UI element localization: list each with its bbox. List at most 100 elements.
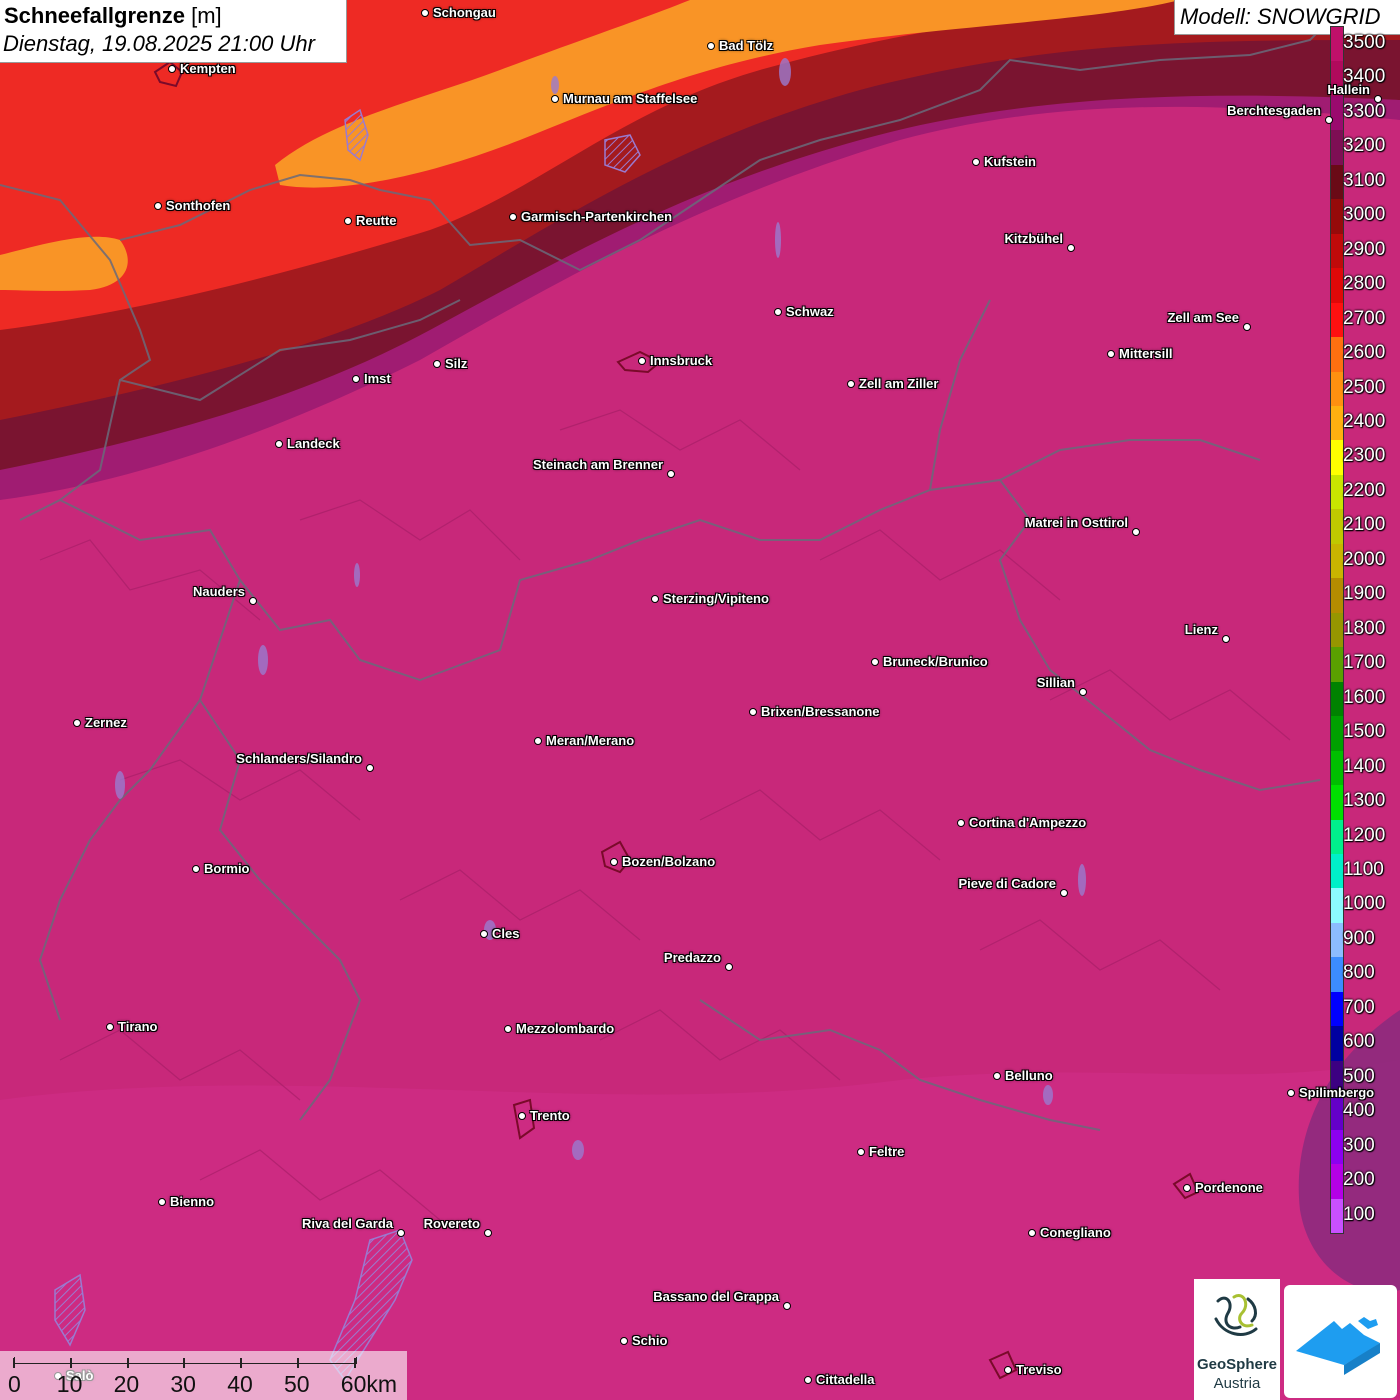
- legend-label: 600: [1343, 1031, 1375, 1053]
- city-label: Schwaz: [786, 304, 834, 319]
- city-marker: [1325, 116, 1333, 124]
- legend-swatch: [1331, 991, 1343, 1027]
- scale-bar: 0 10 20 30 40 50 60km: [0, 1351, 407, 1400]
- map-title: Schneefallgrenze [m]: [4, 3, 222, 29]
- city-label: Schongau: [433, 5, 496, 20]
- city-marker: [667, 470, 675, 478]
- legend-swatch: [1331, 578, 1343, 614]
- city-label: Landeck: [287, 436, 340, 451]
- geosphere-emblem-icon: [1214, 1294, 1258, 1336]
- title-variable: Schneefallgrenze: [4, 3, 185, 28]
- legend-label: 2800: [1343, 273, 1386, 295]
- city-label: Rovereto: [423, 1216, 480, 1231]
- legend-label: 1200: [1343, 824, 1386, 846]
- scale-tick: [126, 1358, 129, 1368]
- city-marker: [509, 213, 517, 221]
- city-label: Steinach am Brenner: [532, 457, 663, 472]
- city-label: Bienno: [170, 1194, 215, 1209]
- city-label: Garmisch-Partenkirchen: [521, 209, 673, 224]
- city-marker: [1222, 635, 1230, 643]
- legend-label: 100: [1343, 1203, 1375, 1225]
- legend-label: 2900: [1343, 238, 1386, 260]
- legend-swatch: [1331, 337, 1343, 373]
- city-marker: [804, 1376, 812, 1384]
- legend-swatch: [1331, 199, 1343, 235]
- city-marker: [518, 1112, 526, 1120]
- city-label: Hallein: [1327, 82, 1370, 97]
- geosphere-name: GeoSphere: [1196, 1356, 1278, 1373]
- city-marker: [192, 865, 200, 873]
- city-marker: [1183, 1184, 1191, 1192]
- legend-swatch: [1331, 27, 1343, 62]
- city-marker: [249, 597, 257, 605]
- legend-swatch: [1331, 922, 1343, 958]
- city-marker: [993, 1072, 1001, 1080]
- legend-label: 2200: [1343, 479, 1386, 501]
- legend-swatch: [1331, 302, 1343, 338]
- city-marker: [774, 308, 782, 316]
- scale-label: 50: [284, 1371, 310, 1397]
- city-label: Nauders: [192, 584, 245, 599]
- legend-label: 3100: [1343, 169, 1386, 191]
- city-marker: [847, 380, 855, 388]
- city-marker: [1287, 1089, 1295, 1097]
- legend-swatch: [1331, 509, 1343, 545]
- legend-label: 2500: [1343, 376, 1386, 398]
- city-label: Sillian: [1036, 675, 1075, 690]
- city-marker: [957, 819, 965, 827]
- legend-label: 1700: [1343, 652, 1386, 674]
- city-label: Kempten: [180, 61, 236, 76]
- city-marker: [610, 858, 618, 866]
- legend-label: 3500: [1343, 32, 1386, 53]
- scale-line: [14, 1357, 357, 1364]
- app-logo: [1284, 1285, 1397, 1398]
- city-label: Zell am See: [1167, 310, 1239, 325]
- geosphere-sub: Austria: [1213, 1375, 1261, 1392]
- city-label: Mezzolombardo: [516, 1021, 615, 1036]
- city-marker: [504, 1025, 512, 1033]
- city-label: Kitzbühel: [1004, 231, 1064, 246]
- city-marker: [972, 158, 980, 166]
- city-marker: [352, 375, 360, 383]
- legend-label: 2300: [1343, 445, 1386, 467]
- legend-swatch: [1331, 612, 1343, 648]
- city-label: Meran/Merano: [546, 733, 635, 748]
- legend-label: 800: [1343, 962, 1375, 984]
- city-marker: [620, 1337, 628, 1345]
- legend-swatch: [1331, 957, 1343, 993]
- city-marker: [707, 42, 715, 50]
- city-marker: [1028, 1229, 1036, 1237]
- scale-label: 20: [113, 1371, 140, 1397]
- legend-swatch: [1331, 750, 1343, 786]
- city-label: Belluno: [1005, 1068, 1053, 1083]
- city-marker: [857, 1148, 865, 1156]
- city-marker: [397, 1229, 405, 1237]
- city-marker: [638, 357, 646, 365]
- legend-swatch: [1331, 888, 1343, 924]
- city-marker: [480, 930, 488, 938]
- city-label: Schlanders/Silandro: [236, 751, 362, 766]
- model-label: Modell: SNOWGRID: [1180, 4, 1381, 29]
- city-label: Trento: [530, 1108, 570, 1123]
- title-box: Schneefallgrenze [m] Dienstag, 19.08.202…: [0, 0, 347, 63]
- city-label: Schio: [632, 1333, 668, 1348]
- city-label: Conegliano: [1040, 1225, 1111, 1240]
- city-marker: [749, 708, 757, 716]
- city-marker: [1067, 244, 1075, 252]
- legend-label: 2100: [1343, 514, 1386, 536]
- legend-label: 1000: [1343, 893, 1386, 915]
- city-label: Zell am Ziller: [859, 376, 939, 391]
- scale-label: 10: [56, 1371, 83, 1397]
- legend-swatch: [1331, 1095, 1343, 1131]
- scale-tick: [69, 1358, 72, 1368]
- snowline-map[interactable]: Schneefallgrenze [m] Dienstag, 19.08.202…: [0, 0, 1400, 1400]
- city-marker: [1004, 1366, 1012, 1374]
- city-marker: [1243, 323, 1251, 331]
- legend-label: 1800: [1343, 617, 1386, 639]
- city-label: Murnau am Staffelsee: [563, 91, 698, 106]
- scale-label: 0: [8, 1371, 21, 1397]
- legend-label: 1900: [1343, 583, 1386, 605]
- city-marker: [168, 65, 176, 73]
- city-label: Predazzo: [663, 950, 721, 965]
- city-marker: [421, 9, 429, 17]
